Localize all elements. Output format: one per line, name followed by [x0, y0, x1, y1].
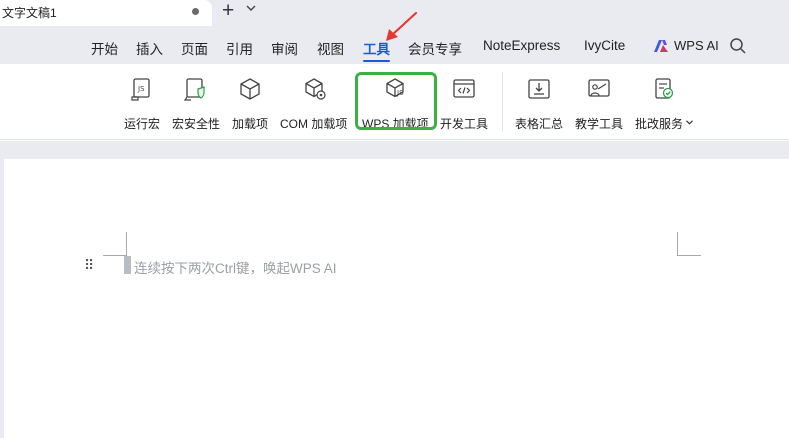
table-summary-icon — [528, 79, 550, 99]
ribbon-separator — [502, 72, 503, 132]
menu-insert[interactable]: 插入 — [136, 38, 163, 58]
document-area: ⠿ 连续按下两次Ctrl键，唤起WPS AI — [0, 141, 789, 438]
crop-mark-top-right — [677, 232, 701, 256]
menu-view[interactable]: 视图 — [317, 38, 344, 58]
correction-service-label: 批改服务 — [635, 117, 684, 131]
menu-ivycite[interactable]: IvyCite — [584, 38, 625, 53]
chevron-down-icon[interactable] — [246, 4, 256, 15]
document-tab[interactable]: 文字文稿1 — [0, 0, 212, 26]
wps-ai-label: WPS AI — [674, 38, 719, 53]
table-summary-label: 表格汇总 — [515, 117, 564, 131]
menu-page[interactable]: 页面 — [181, 38, 208, 58]
com-addins-button[interactable]: COM 加载项 — [279, 74, 351, 134]
correction-service-icon — [655, 78, 674, 99]
plus-icon[interactable]: + — [222, 0, 234, 22]
correction-service-button[interactable]: 批改服务 — [634, 74, 696, 134]
developer-tools-button[interactable]: 开发工具 — [439, 74, 489, 134]
menu-home[interactable]: 开始 — [91, 38, 118, 58]
wps-ai-button[interactable]: WPS AI — [653, 38, 719, 53]
run-macro-icon: JS — [131, 78, 150, 101]
document-tab-title: 文字文稿1 — [2, 6, 57, 20]
menu-references[interactable]: 引用 — [226, 38, 253, 58]
document-page[interactable]: ⠿ 连续按下两次Ctrl键，唤起WPS AI — [4, 159, 789, 438]
annotation-arrow-icon — [386, 11, 418, 41]
drag-handle-icon[interactable]: ⠿ — [84, 257, 94, 274]
table-summary-button[interactable]: 表格汇总 — [514, 74, 564, 134]
highlight-box — [355, 72, 437, 130]
menu-noteexpress[interactable]: NoteExpress — [483, 38, 560, 53]
run-macro-label: 运行宏 — [124, 117, 161, 131]
addins-icon — [240, 78, 260, 100]
run-macro-button[interactable]: JS 运行宏 — [123, 74, 161, 134]
teaching-tools-label: 教学工具 — [575, 117, 624, 131]
macro-security-label: 宏安全性 — [172, 117, 221, 131]
teaching-tools-icon — [588, 79, 610, 97]
macro-security-icon — [183, 78, 205, 101]
ai-hint-placeholder[interactable]: 连续按下两次Ctrl键，唤起WPS AI — [134, 257, 337, 277]
wps-ai-logo-icon — [654, 39, 668, 52]
menu-review[interactable]: 审阅 — [271, 38, 298, 58]
developer-tools-icon — [453, 79, 475, 98]
macro-security-button[interactable]: 宏安全性 — [171, 74, 221, 134]
text-cursor — [124, 256, 131, 274]
unsaved-dot-icon[interactable] — [192, 8, 199, 15]
new-tab-button[interactable]: + — [220, 0, 260, 24]
developer-tools-label: 开发工具 — [440, 117, 489, 131]
search-icon[interactable] — [729, 37, 747, 55]
crop-mark-top-left — [103, 232, 127, 256]
svg-text:JS: JS — [137, 85, 145, 93]
dropdown-caret-icon[interactable] — [686, 120, 693, 125]
com-addins-icon — [305, 78, 326, 100]
addins-button[interactable]: 加载项 — [231, 74, 269, 134]
teaching-tools-button[interactable]: 教学工具 — [574, 74, 624, 134]
addins-label: 加载项 — [232, 117, 269, 131]
com-addins-label: COM 加载项 — [280, 117, 348, 131]
